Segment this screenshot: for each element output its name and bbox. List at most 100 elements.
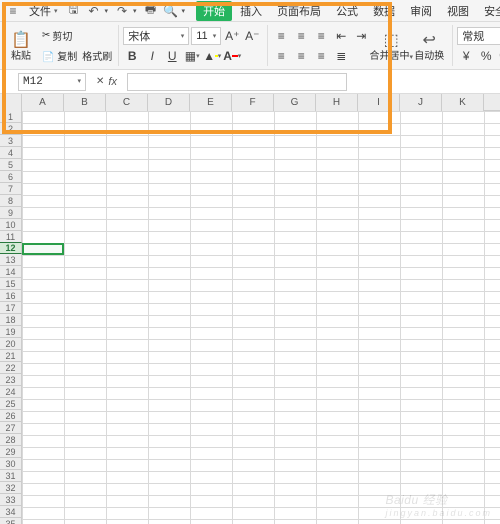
increase-font-button[interactable]: A⁺ bbox=[223, 27, 241, 45]
row-header[interactable]: 10 bbox=[0, 219, 22, 231]
file-menu[interactable]: 文件 ▾ bbox=[24, 3, 63, 19]
column-header[interactable]: H bbox=[316, 94, 358, 111]
bold-button[interactable]: B bbox=[123, 47, 141, 65]
row-header[interactable]: 7 bbox=[0, 183, 22, 195]
column-header[interactable]: F bbox=[232, 94, 274, 111]
row-header[interactable]: 29 bbox=[0, 446, 22, 458]
row-header[interactable]: 21 bbox=[0, 350, 22, 362]
row-header[interactable]: 24 bbox=[0, 386, 22, 398]
row-header[interactable]: 31 bbox=[0, 470, 22, 482]
column-header[interactable]: A bbox=[22, 94, 64, 111]
chevron-down-icon[interactable]: ▾ bbox=[105, 7, 109, 15]
row-header[interactable]: 32 bbox=[0, 482, 22, 494]
column-header[interactable]: D bbox=[148, 94, 190, 111]
row-header[interactable]: 27 bbox=[0, 422, 22, 434]
redo-icon[interactable]: ↷ bbox=[113, 2, 131, 20]
column-header[interactable]: E bbox=[190, 94, 232, 111]
tab-security[interactable]: 安全 bbox=[477, 1, 500, 21]
row-header[interactable]: 9 bbox=[0, 207, 22, 219]
font-name-select[interactable]: 宋体 ▾ bbox=[123, 27, 189, 45]
font-size-select[interactable]: 11 ▾ bbox=[191, 27, 221, 45]
row-header[interactable]: 28 bbox=[0, 434, 22, 446]
copy-button[interactable]: 📄 复制 bbox=[42, 48, 77, 63]
tab-home[interactable]: 开始 bbox=[196, 1, 232, 21]
selected-cell[interactable] bbox=[22, 243, 64, 255]
row-header[interactable]: 5 bbox=[0, 159, 22, 171]
format-painter-button[interactable]: 格式刷 bbox=[82, 48, 112, 63]
column-header[interactable]: K bbox=[442, 94, 484, 111]
row-header[interactable]: 30 bbox=[0, 458, 22, 470]
row-header[interactable]: 18 bbox=[0, 314, 22, 326]
align-bottom-button[interactable]: ≡ bbox=[312, 27, 330, 45]
distribute-button[interactable]: ≣ bbox=[332, 47, 350, 65]
name-box[interactable]: M12 ▾ bbox=[18, 73, 86, 91]
cells-area[interactable] bbox=[22, 111, 500, 524]
row-header[interactable]: 16 bbox=[0, 290, 22, 302]
indent-inc-button[interactable]: ⇥ bbox=[352, 27, 370, 45]
row-header[interactable]: 35 bbox=[0, 518, 22, 524]
row-header[interactable]: 6 bbox=[0, 171, 22, 183]
wrap-text-button[interactable]: ↩ 自动换 bbox=[412, 26, 446, 66]
align-middle-button[interactable]: ≡ bbox=[292, 27, 310, 45]
row-header[interactable]: 23 bbox=[0, 374, 22, 386]
cancel-icon[interactable]: ✕ bbox=[96, 76, 104, 87]
merge-center-button[interactable]: ⬚ 合并居中▾ bbox=[374, 26, 408, 66]
column-header[interactable]: I bbox=[358, 94, 400, 111]
group-alignment: ≡ ≡ ≡ ⇤ ⇥ ≡ ≡ ≡ ≣ ⬚ 合并居中▾ ↩ 自动换 bbox=[272, 25, 453, 66]
tab-review[interactable]: 审阅 bbox=[403, 1, 439, 21]
italic-button[interactable]: I bbox=[143, 47, 161, 65]
align-left-button[interactable]: ≡ bbox=[272, 47, 290, 65]
print-icon[interactable]: 🖶 bbox=[142, 2, 160, 20]
row-header[interactable]: 8 bbox=[0, 195, 22, 207]
row-header[interactable]: 26 bbox=[0, 410, 22, 422]
row-header[interactable]: 17 bbox=[0, 302, 22, 314]
row-header[interactable]: 19 bbox=[0, 326, 22, 338]
hamburger-icon[interactable]: ≡ bbox=[4, 2, 22, 20]
tab-page-layout[interactable]: 页面布局 bbox=[270, 1, 328, 21]
chevron-down-icon[interactable]: ▾ bbox=[182, 7, 186, 15]
row-header[interactable]: 33 bbox=[0, 494, 22, 506]
chevron-down-icon[interactable]: ▾ bbox=[133, 7, 137, 15]
tab-data[interactable]: 数据 bbox=[366, 1, 402, 21]
row-header[interactable]: 3 bbox=[0, 135, 22, 147]
row-header[interactable]: 4 bbox=[0, 147, 22, 159]
tab-insert[interactable]: 插入 bbox=[233, 1, 269, 21]
row-header[interactable]: 1 bbox=[0, 111, 22, 123]
fill-color-button[interactable]: ▲▾ bbox=[203, 47, 221, 65]
row-header[interactable]: 13 bbox=[0, 254, 22, 266]
preview-icon[interactable]: 🔍 bbox=[162, 2, 180, 20]
column-header[interactable]: B bbox=[64, 94, 106, 111]
tab-view[interactable]: 视图 bbox=[440, 1, 476, 21]
paste-icon: 📋 bbox=[11, 30, 31, 50]
font-color-button[interactable]: A▾ bbox=[223, 47, 241, 65]
row-header[interactable]: 14 bbox=[0, 266, 22, 278]
percent-button[interactable]: % bbox=[477, 47, 495, 65]
border-button[interactable]: ▦▾ bbox=[183, 47, 201, 65]
column-header[interactable]: J bbox=[400, 94, 442, 111]
select-all-corner[interactable] bbox=[0, 94, 22, 111]
align-right-button[interactable]: ≡ bbox=[312, 47, 330, 65]
align-center-button[interactable]: ≡ bbox=[292, 47, 310, 65]
row-header[interactable]: 2 bbox=[0, 123, 22, 135]
row-header[interactable]: 22 bbox=[0, 362, 22, 374]
paste-button[interactable]: 📋 粘贴 bbox=[4, 26, 38, 66]
cut-button[interactable]: ✂ 剪切 bbox=[42, 27, 112, 45]
column-header[interactable]: G bbox=[274, 94, 316, 111]
tab-formula[interactable]: 公式 bbox=[329, 1, 365, 21]
row-header[interactable]: 15 bbox=[0, 278, 22, 290]
decrease-font-button[interactable]: A⁻ bbox=[243, 27, 261, 45]
save-icon[interactable]: 🖫 bbox=[65, 2, 83, 20]
indent-dec-button[interactable]: ⇤ bbox=[332, 27, 350, 45]
fx-icon[interactable]: fx bbox=[108, 76, 117, 88]
column-header[interactable]: C bbox=[106, 94, 148, 111]
row-header[interactable]: 25 bbox=[0, 398, 22, 410]
number-format-select[interactable]: 常规 ▾ bbox=[457, 27, 500, 45]
row-header[interactable]: 12 bbox=[0, 242, 22, 254]
undo-icon[interactable]: ↶ bbox=[85, 2, 103, 20]
underline-button[interactable]: U bbox=[163, 47, 181, 65]
row-header[interactable]: 34 bbox=[0, 506, 22, 518]
currency-button[interactable]: ¥ bbox=[457, 47, 475, 65]
align-top-button[interactable]: ≡ bbox=[272, 27, 290, 45]
formula-input[interactable] bbox=[127, 73, 347, 91]
row-header[interactable]: 20 bbox=[0, 338, 22, 350]
